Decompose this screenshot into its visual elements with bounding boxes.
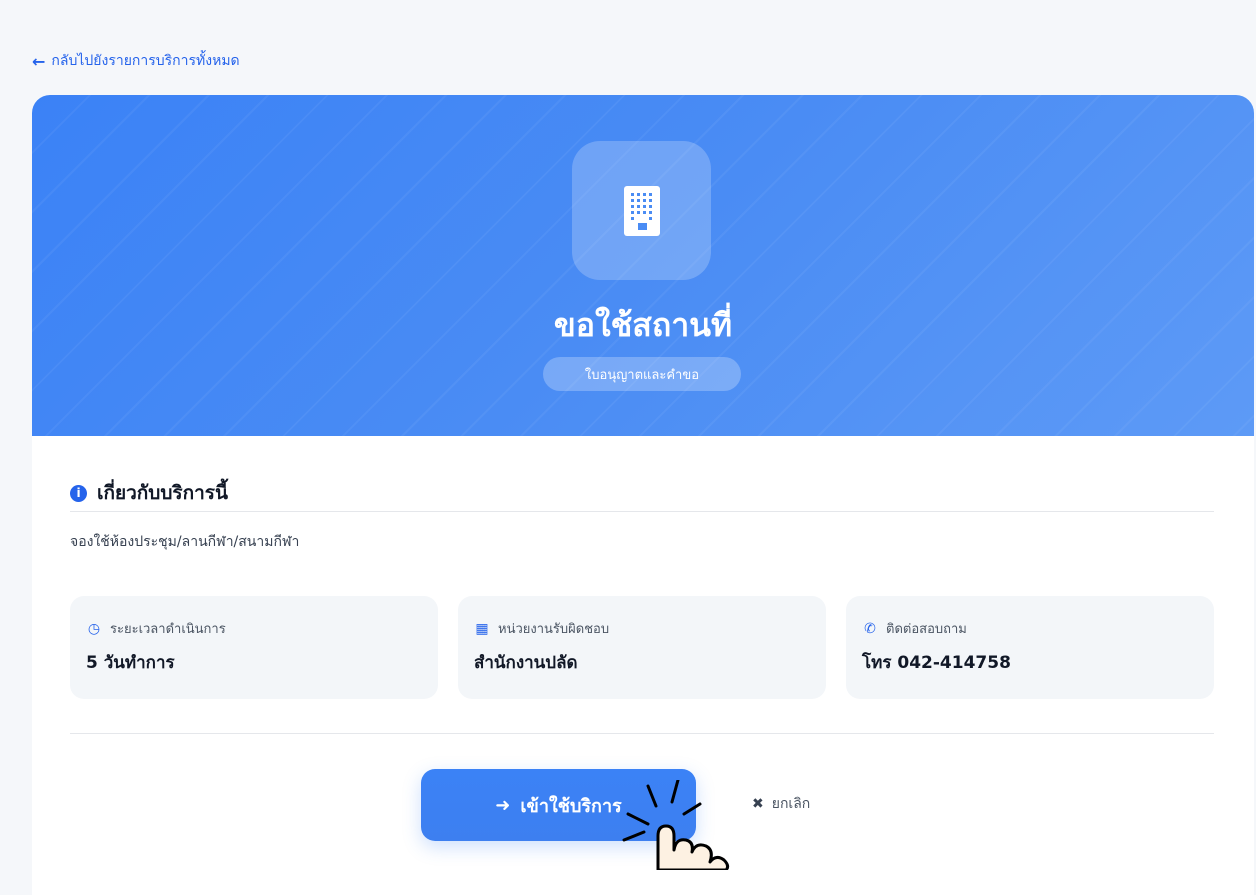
- info-card-value: โทร 042-414758: [862, 653, 1011, 673]
- close-icon: ✖: [752, 796, 764, 812]
- enter-service-label: เข้าใช้บริการ: [520, 795, 622, 817]
- about-divider: [70, 511, 1214, 512]
- back-link-label: กลับไปยังรายการบริการทั้งหมด: [51, 53, 240, 69]
- info-icon: i: [70, 484, 87, 502]
- about-section-heading: i เกี่ยวกับบริการนี้: [70, 478, 228, 508]
- info-card-duration: ◷ ระยะเวลาดำเนินการ 5 วันทำการ: [70, 596, 438, 699]
- info-card-contact: ✆ ติดต่อสอบถาม โทร 042-414758: [846, 596, 1214, 699]
- info-card-label: ติดต่อสอบถาม: [886, 622, 967, 637]
- actions-divider: [70, 733, 1214, 734]
- phone-icon: ✆: [864, 620, 876, 637]
- building-icon: [623, 185, 660, 236]
- service-icon-box: [572, 141, 711, 280]
- info-card-value: 5 วันทำการ: [86, 653, 175, 673]
- building-icon: ▦: [475, 620, 489, 637]
- enter-service-button[interactable]: ➜ เข้าใช้บริการ: [421, 769, 696, 841]
- back-to-services-link[interactable]: ← กลับไปยังรายการบริการทั้งหมด: [32, 50, 240, 72]
- info-card-label: ระยะเวลาดำเนินการ: [110, 622, 226, 637]
- service-title: ขอใช้สถานที่: [553, 306, 733, 344]
- service-hero-banner: ขอใช้สถานที่ ใบอนุญาตและคำขอ: [32, 95, 1254, 436]
- info-card-value: สำนักงานปลัด: [474, 653, 578, 673]
- service-category-badge: ใบอนุญาตและคำขอ: [543, 357, 741, 391]
- action-bar: ➜ เข้าใช้บริการ ✖ ยกเลิก: [32, 769, 1254, 849]
- arrow-left-icon: ←: [32, 51, 46, 71]
- info-card-label: หน่วยงานรับผิดชอบ: [498, 622, 610, 637]
- service-detail-card: ขอใช้สถานที่ ใบอนุญาตและคำขอ i เกี่ยวกับ…: [32, 95, 1254, 895]
- cancel-label: ยกเลิก: [771, 796, 811, 812]
- service-description: จองใช้ห้องประชุม/ลานกีฬา/สนามกีฬา: [70, 534, 300, 550]
- arrow-right-icon: ➜: [495, 794, 511, 816]
- about-heading-text: เกี่ยวกับบริการนี้: [97, 482, 228, 504]
- cancel-button[interactable]: ✖ ยกเลิก: [752, 793, 810, 815]
- info-card-department: ▦ หน่วยงานรับผิดชอบ สำนักงานปลัด: [458, 596, 826, 699]
- clock-icon: ◷: [87, 620, 101, 637]
